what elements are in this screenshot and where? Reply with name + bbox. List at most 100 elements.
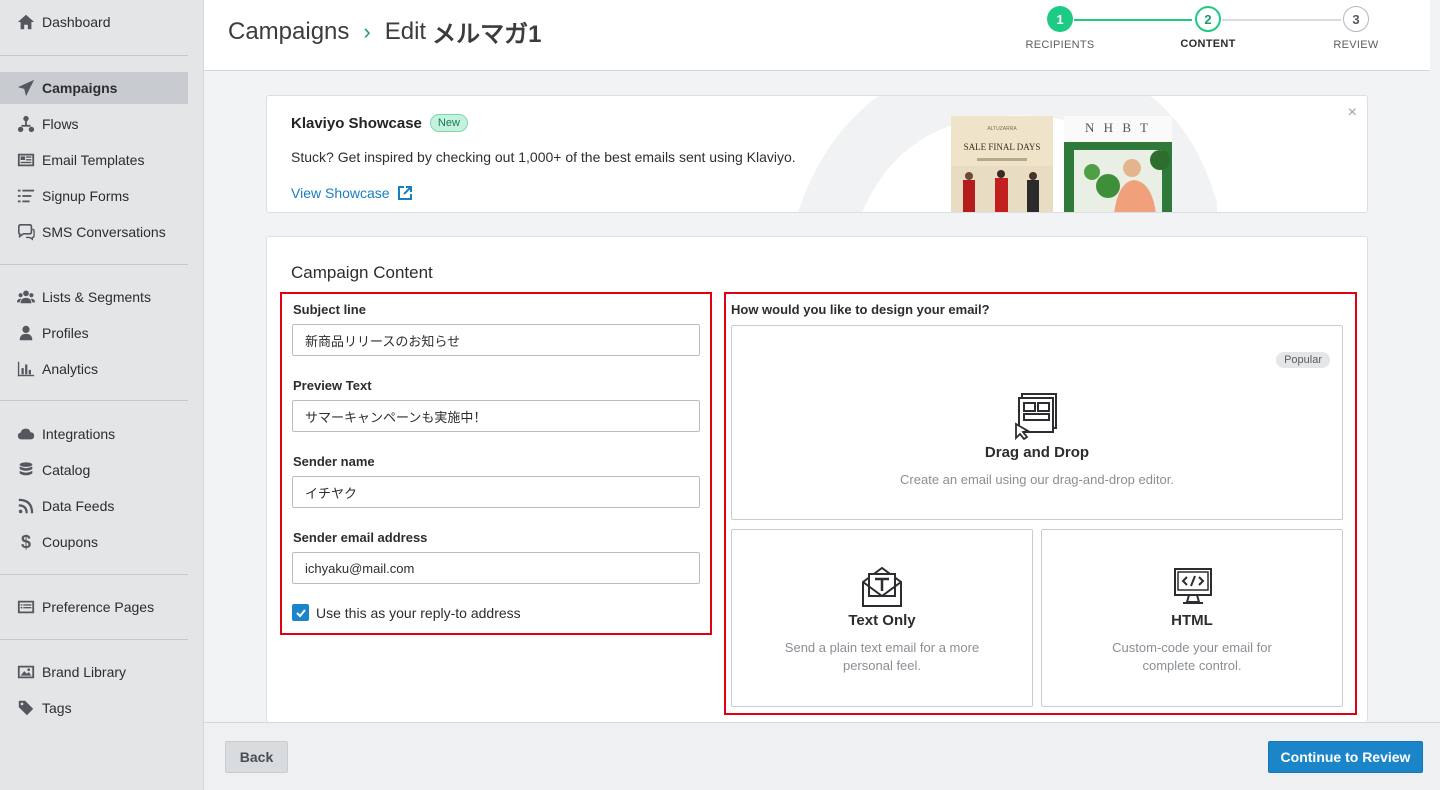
sidebar-item-profiles[interactable]: Profiles [0, 317, 188, 349]
popular-badge: Popular [1276, 352, 1330, 368]
design-question: How would you like to design your email? [731, 302, 990, 317]
checkmark-icon [295, 608, 306, 617]
sidebar-item-label: Flows [42, 116, 79, 132]
preview-text-input[interactable] [292, 400, 700, 432]
sidebar-item-label: Signup Forms [42, 188, 130, 204]
step-number: 2 [1195, 6, 1221, 32]
sidebar-item-label: Data Feeds [42, 498, 115, 514]
sidebar-item-label: Preference Pages [42, 599, 155, 615]
sidebar-divider [0, 55, 188, 56]
users-icon [16, 287, 36, 307]
sender-email-input[interactable] [292, 552, 700, 584]
sidebar-item-label: Catalog [42, 462, 91, 478]
design-options-panel: How would you like to design your email?… [724, 292, 1357, 715]
sidebar-item-label: Integrations [42, 426, 116, 442]
view-showcase-link-text: View Showcase [291, 185, 390, 201]
preference-pages-icon [16, 597, 36, 617]
flows-icon [16, 114, 36, 134]
reply-to-label: Use this as your reply-to address [316, 604, 521, 621]
drag-and-drop-icon [1014, 392, 1060, 445]
sidebar-item-label: Brand Library [42, 664, 127, 680]
html-option[interactable]: HTML Custom-code your email for complete… [1041, 529, 1343, 707]
thumbnail-models-image [951, 166, 1053, 212]
sidebar-item-email-templates[interactable]: Email Templates [0, 144, 188, 176]
showcase-thumbnail-1[interactable]: ALTUZARRA SALE FINAL DAYS [951, 116, 1053, 212]
breadcrumb-campaigns-link[interactable]: Campaigns [228, 18, 349, 46]
sender-name-label: Sender name [293, 454, 375, 469]
continue-to-review-button[interactable]: Continue to Review [1268, 741, 1423, 773]
step-content[interactable]: 2 CONTENT [1163, 6, 1253, 50]
sidebar-item-integrations[interactable]: Integrations [0, 418, 188, 450]
thumbnail-headline: SALE FINAL DAYS [963, 142, 1041, 152]
image-icon [16, 662, 36, 682]
option-description-line-1: Custom-code your email for [1112, 640, 1272, 655]
page-header: Campaigns › Edit メルマガ1 1 RECIPIENTS 2 CO… [204, 0, 1430, 71]
drag-and-drop-option[interactable]: Popular Drag and Drop Create an email us… [731, 325, 1343, 520]
footer-bar: Back Continue to Review [204, 722, 1440, 790]
showcase-banner: Klaviyo Showcase New Stuck? Get inspired… [266, 95, 1368, 213]
sidebar-item-preference-pages[interactable]: Preference Pages [0, 591, 188, 623]
email-templates-icon [16, 150, 36, 170]
home-icon [16, 12, 36, 32]
sidebar-divider [0, 574, 188, 575]
option-title: Text Only [848, 612, 916, 629]
sidebar-item-coupons[interactable]: $ Coupons [0, 526, 188, 558]
sidebar-item-campaigns[interactable]: Campaigns [0, 72, 188, 104]
sender-email-label: Sender email address [293, 530, 428, 545]
sidebar-item-label: Lists & Segments [42, 289, 151, 305]
back-button[interactable]: Back [225, 741, 288, 773]
bar-chart-icon [16, 359, 36, 379]
sidebar-item-sms-conversations[interactable]: SMS Conversations [0, 216, 188, 248]
profile-icon [16, 323, 36, 343]
sidebar-item-lists-segments[interactable]: Lists & Segments [0, 281, 188, 313]
sidebar-item-label: Campaigns [42, 80, 118, 96]
sidebar-divider [0, 264, 188, 265]
sidebar-item-tags[interactable]: Tags [0, 692, 188, 724]
step-recipients[interactable]: 1 RECIPIENTS [1015, 6, 1105, 51]
sidebar-item-catalog[interactable]: Catalog [0, 454, 188, 486]
sidebar-item-signup-forms[interactable]: Signup Forms [0, 180, 188, 212]
html-code-icon [1173, 566, 1213, 611]
thumbnail-plant-image [1064, 142, 1172, 212]
showcase-thumbnail-2[interactable]: N H B T [1064, 116, 1172, 212]
sender-name-input[interactable] [292, 476, 700, 508]
sidebar-item-data-feeds[interactable]: Data Feeds [0, 490, 188, 522]
sidebar-item-label: Coupons [42, 534, 99, 550]
showcase-title: Klaviyo Showcase New [291, 114, 468, 132]
subject-line-input[interactable] [292, 324, 700, 356]
step-label: REVIEW [1333, 39, 1379, 51]
sidebar-item-flows[interactable]: Flows [0, 108, 188, 140]
chevron-right-icon: › [363, 18, 371, 44]
sidebar-divider [0, 400, 188, 401]
reply-to-option: Use this as your reply-to address [292, 604, 521, 621]
sidebar-item-label: SMS Conversations [42, 224, 166, 240]
option-title: HTML [1171, 612, 1213, 629]
option-description: Create an email using our drag-and-drop … [900, 472, 1174, 487]
sidebar-item-label: Email Templates [42, 152, 145, 168]
external-link-icon [397, 186, 412, 200]
thumbnail-text-line [977, 158, 1027, 161]
rss-icon [16, 496, 36, 516]
view-showcase-link[interactable]: View Showcase [291, 185, 412, 201]
breadcrumb-edit-label: Edit [384, 17, 427, 45]
text-only-option[interactable]: Text Only Send a plain text email for a … [731, 529, 1033, 707]
option-title: Drag and Drop [984, 444, 1090, 461]
step-number: 1 [1047, 6, 1073, 32]
sidebar-item-brand-library[interactable]: Brand Library [0, 656, 188, 688]
campaign-name: メルマガ1 [432, 21, 542, 48]
step-review[interactable]: 3 REVIEW [1311, 6, 1401, 51]
sidebar-item-dashboard[interactable]: Dashboard [0, 6, 188, 38]
sidebar-item-analytics[interactable]: Analytics [0, 353, 188, 385]
sidebar-item-label: Analytics [42, 361, 99, 377]
reply-to-checkbox[interactable] [292, 604, 309, 621]
preview-text-label: Preview Text [293, 378, 372, 393]
close-icon[interactable]: × [1348, 104, 1357, 122]
section-title: Campaign Content [291, 263, 433, 282]
sidebar: Dashboard Campaigns Flows Email Template… [0, 0, 204, 790]
cloud-icon [16, 424, 36, 444]
email-details-form: Subject line Preview Text Sender name Se… [280, 292, 712, 635]
chat-icon [16, 222, 36, 242]
thumbnail-brand: N H B T [1085, 120, 1151, 135]
sidebar-item-label: Tags [42, 700, 72, 716]
sidebar-item-label: Dashboard [42, 14, 111, 30]
